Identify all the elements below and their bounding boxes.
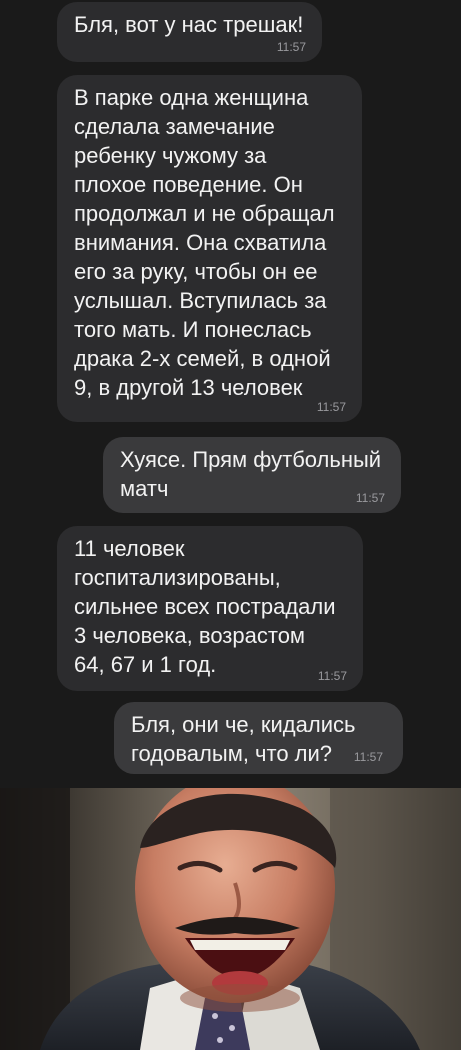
message-bubble-outgoing[interactable]: Бля, они че, кидались годовалым, что ли?… [114,702,403,774]
message-text: В парке одна женщина сделала замечание р… [74,85,335,400]
message-text: Бля, вот у нас трешак! [74,12,304,37]
message-text: 11 человек госпитализированы, сильнее вс… [74,536,336,677]
message-timestamp: 11:57 [355,491,385,505]
message-timestamp: 11:57 [317,669,347,683]
chat-thread[interactable]: Бля, вот у нас трешак! 11:57 В парке одн… [0,0,461,788]
message-text: Бля, они че, кидались годовалым, что ли? [131,712,356,766]
message-bubble-outgoing[interactable]: Хуясе. Прям футбольный матч 11:57 [103,437,401,513]
laughing-man-illustration [0,788,461,1050]
message-text: Хуясе. Прям футбольный матч [120,447,382,501]
message-bubble-incoming[interactable]: В парке одна женщина сделала замечание р… [57,75,362,422]
message-timestamp: 11:57 [353,750,383,764]
message-bubble-incoming[interactable]: 11 человек госпитализированы, сильнее вс… [57,526,363,691]
message-timestamp: 11:57 [316,400,346,414]
message-timestamp: 11:57 [276,40,306,54]
laughing-man-image [0,788,461,1050]
message-bubble-incoming[interactable]: Бля, вот у нас трешак! 11:57 [57,2,322,62]
